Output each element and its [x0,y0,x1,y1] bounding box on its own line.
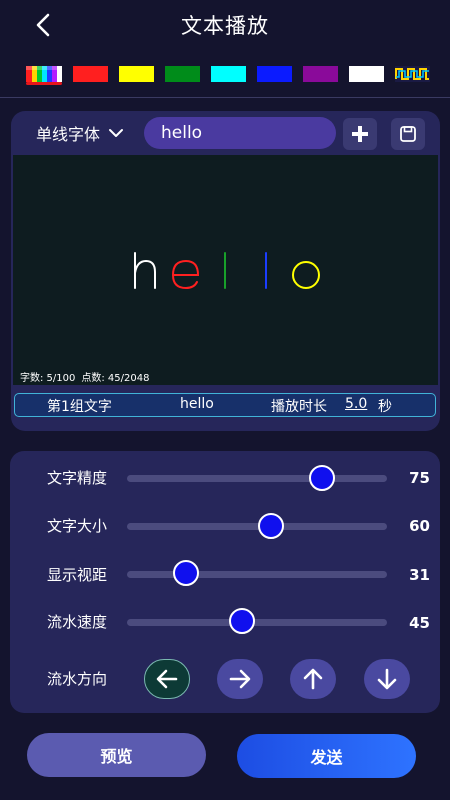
arrow-down-icon [377,668,397,690]
direction-right-button[interactable] [217,659,263,699]
color-swatch-yellow[interactable] [119,66,154,82]
font-selector-label: 单线字体 [36,125,101,144]
add-button[interactable] [343,118,377,150]
arrow-left-icon [156,669,178,689]
preview-button[interactable]: 预览 [27,733,206,777]
size-label: 文字大小 [47,517,108,535]
size-value: 60 [409,517,430,535]
arrow-up-icon [303,668,323,690]
group-label: 第1组文字 [47,399,112,415]
direction-up-button[interactable] [290,659,336,699]
color-swatch-blue[interactable] [257,66,292,82]
header-divider [0,97,450,98]
flow-speed-value: 45 [409,614,430,632]
precision-value: 75 [409,469,430,487]
flow-speed-slider-track[interactable] [127,619,387,626]
preview-text-drawing [134,252,320,290]
flow-speed-slider-thumb[interactable] [229,608,255,634]
direction-left-button[interactable] [144,659,190,699]
preview-letter [171,259,200,290]
size-slider-track[interactable] [127,523,387,530]
laser-preview-canvas [13,155,438,385]
flow-speed-label: 流水速度 [47,613,108,631]
duration-label: 播放时长 [271,399,327,415]
point-count: 点数: 45/2048 [81,373,150,384]
color-swatch-pattern[interactable] [395,66,430,82]
precision-slider-track[interactable] [127,475,387,482]
text-input[interactable] [144,117,336,149]
counter-readout: 字数: 5/100 点数: 45/2048 [20,369,149,384]
color-swatch-white[interactable] [349,66,384,82]
arrow-right-icon [229,669,251,689]
direction-down-button[interactable] [364,659,410,699]
preview-letter [292,261,320,289]
duration-unit: 秒 [378,399,392,415]
view-distance-value: 31 [409,566,430,584]
view-distance-slider-thumb[interactable] [173,560,199,586]
view-distance-slider-track[interactable] [127,571,387,578]
color-swatch-red[interactable] [73,66,108,82]
color-swatch-cyan[interactable] [211,66,246,82]
color-swatch-purple[interactable] [303,66,338,82]
flow-direction-label: 流水方向 [47,670,108,688]
selected-swatch-indicator [26,82,62,85]
save-button[interactable] [391,118,425,150]
view-distance-label: 显示视距 [47,566,108,584]
preview-letter [134,252,156,289]
size-slider-thumb[interactable] [258,513,284,539]
plus-icon [352,126,368,142]
char-count: 字数: 5/100 [20,373,76,384]
text-group-row[interactable]: 第1组文字 hello 播放时长 5.0 秒 [14,393,436,417]
color-swatch-green[interactable] [165,66,200,82]
save-icon [400,126,416,142]
precision-label: 文字精度 [47,469,108,487]
duration-value[interactable]: 5.0 [345,396,367,412]
group-text: hello [180,396,214,412]
precision-slider-thumb[interactable] [309,465,335,491]
color-swatch-rainbow[interactable] [26,66,62,82]
font-selector[interactable]: 单线字体 [36,121,124,145]
chevron-down-icon [108,128,124,138]
page-title: 文本播放 [181,14,269,38]
send-button[interactable]: 发送 [237,734,416,778]
